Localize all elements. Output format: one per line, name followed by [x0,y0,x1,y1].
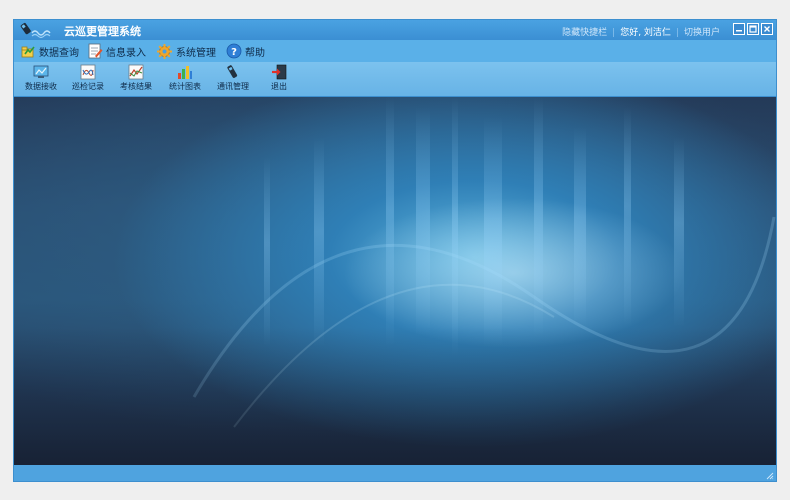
status-bar [14,465,776,481]
menu-system-settings[interactable]: 系统管理 [156,42,216,60]
close-button[interactable] [761,23,773,35]
patrol-record-icon [80,64,96,80]
title-bar[interactable]: 云巡更管理系统 隐藏快捷栏 | 您好, 刘洁仁 | 切换用户 [14,20,776,40]
menu-info-entry[interactable]: 信息录入 [87,42,146,60]
tool-exit[interactable]: 退出 [254,64,304,95]
exit-icon [272,64,287,80]
communication-icon [227,65,238,78]
close-icon [764,26,770,32]
maximize-icon [749,25,757,33]
tool-assessment-result[interactable]: 考核结果 [111,64,161,95]
data-receive-icon [33,65,49,78]
header-links: 隐藏快捷栏 | 您好, 刘洁仁 | 切换用户 [562,25,720,38]
menu-label: 数据查询 [39,47,79,59]
tool-label: 通讯管理 [217,82,249,91]
tool-label: 数据接收 [25,82,57,91]
tool-label: 统计图表 [169,82,201,91]
wallpaper-art [14,97,776,465]
app-title: 云巡更管理系统 [64,25,141,38]
tool-label: 巡检记录 [72,82,104,91]
assessment-result-icon [128,64,144,80]
tool-label: 考核结果 [120,82,152,91]
statistics-chart-icon [178,66,192,79]
menu-label: 系统管理 [176,47,216,59]
menu-data-query[interactable]: 数据查询 [20,42,79,60]
tool-communication[interactable]: 通讯管理 [208,64,258,95]
divider: | [675,28,679,38]
maximize-button[interactable] [747,23,759,35]
main-content-area [14,97,776,465]
tool-patrol-record[interactable]: 巡检记录 [63,64,113,95]
tool-label: 退出 [271,82,287,91]
toolbar: 数据接收 巡检记录 考核结果 统计图表 通讯管理 退出 [14,62,776,97]
tool-data-receive[interactable]: 数据接收 [16,64,66,95]
minimize-icon [736,30,742,32]
menu-bar: 数据查询 信息录入 系统管理 ? 帮助 [14,40,776,62]
divider: | [612,28,616,38]
help-icon: ? [226,43,242,59]
info-entry-icon [88,43,103,59]
menu-label: 信息录入 [106,47,146,59]
tool-statistics-chart[interactable]: 统计图表 [160,64,210,95]
switch-user-link[interactable]: 切换用户 [684,28,720,38]
data-query-icon [21,46,35,58]
hide-shortcut-link[interactable]: 隐藏快捷栏 [562,28,607,38]
system-settings-icon [157,43,172,59]
window-controls [733,23,773,35]
app-window: 云巡更管理系统 隐藏快捷栏 | 您好, 刘洁仁 | 切换用户 数据查询 信息录入… [13,19,777,482]
svg-text:?: ? [231,47,237,58]
minimize-button[interactable] [733,23,745,35]
resize-grip-icon[interactable] [766,472,774,480]
user-greeting: 您好, 刘洁仁 [620,28,671,38]
app-logo-icon [20,22,51,39]
menu-label: 帮助 [245,47,265,59]
menu-help[interactable]: ? 帮助 [226,42,265,60]
